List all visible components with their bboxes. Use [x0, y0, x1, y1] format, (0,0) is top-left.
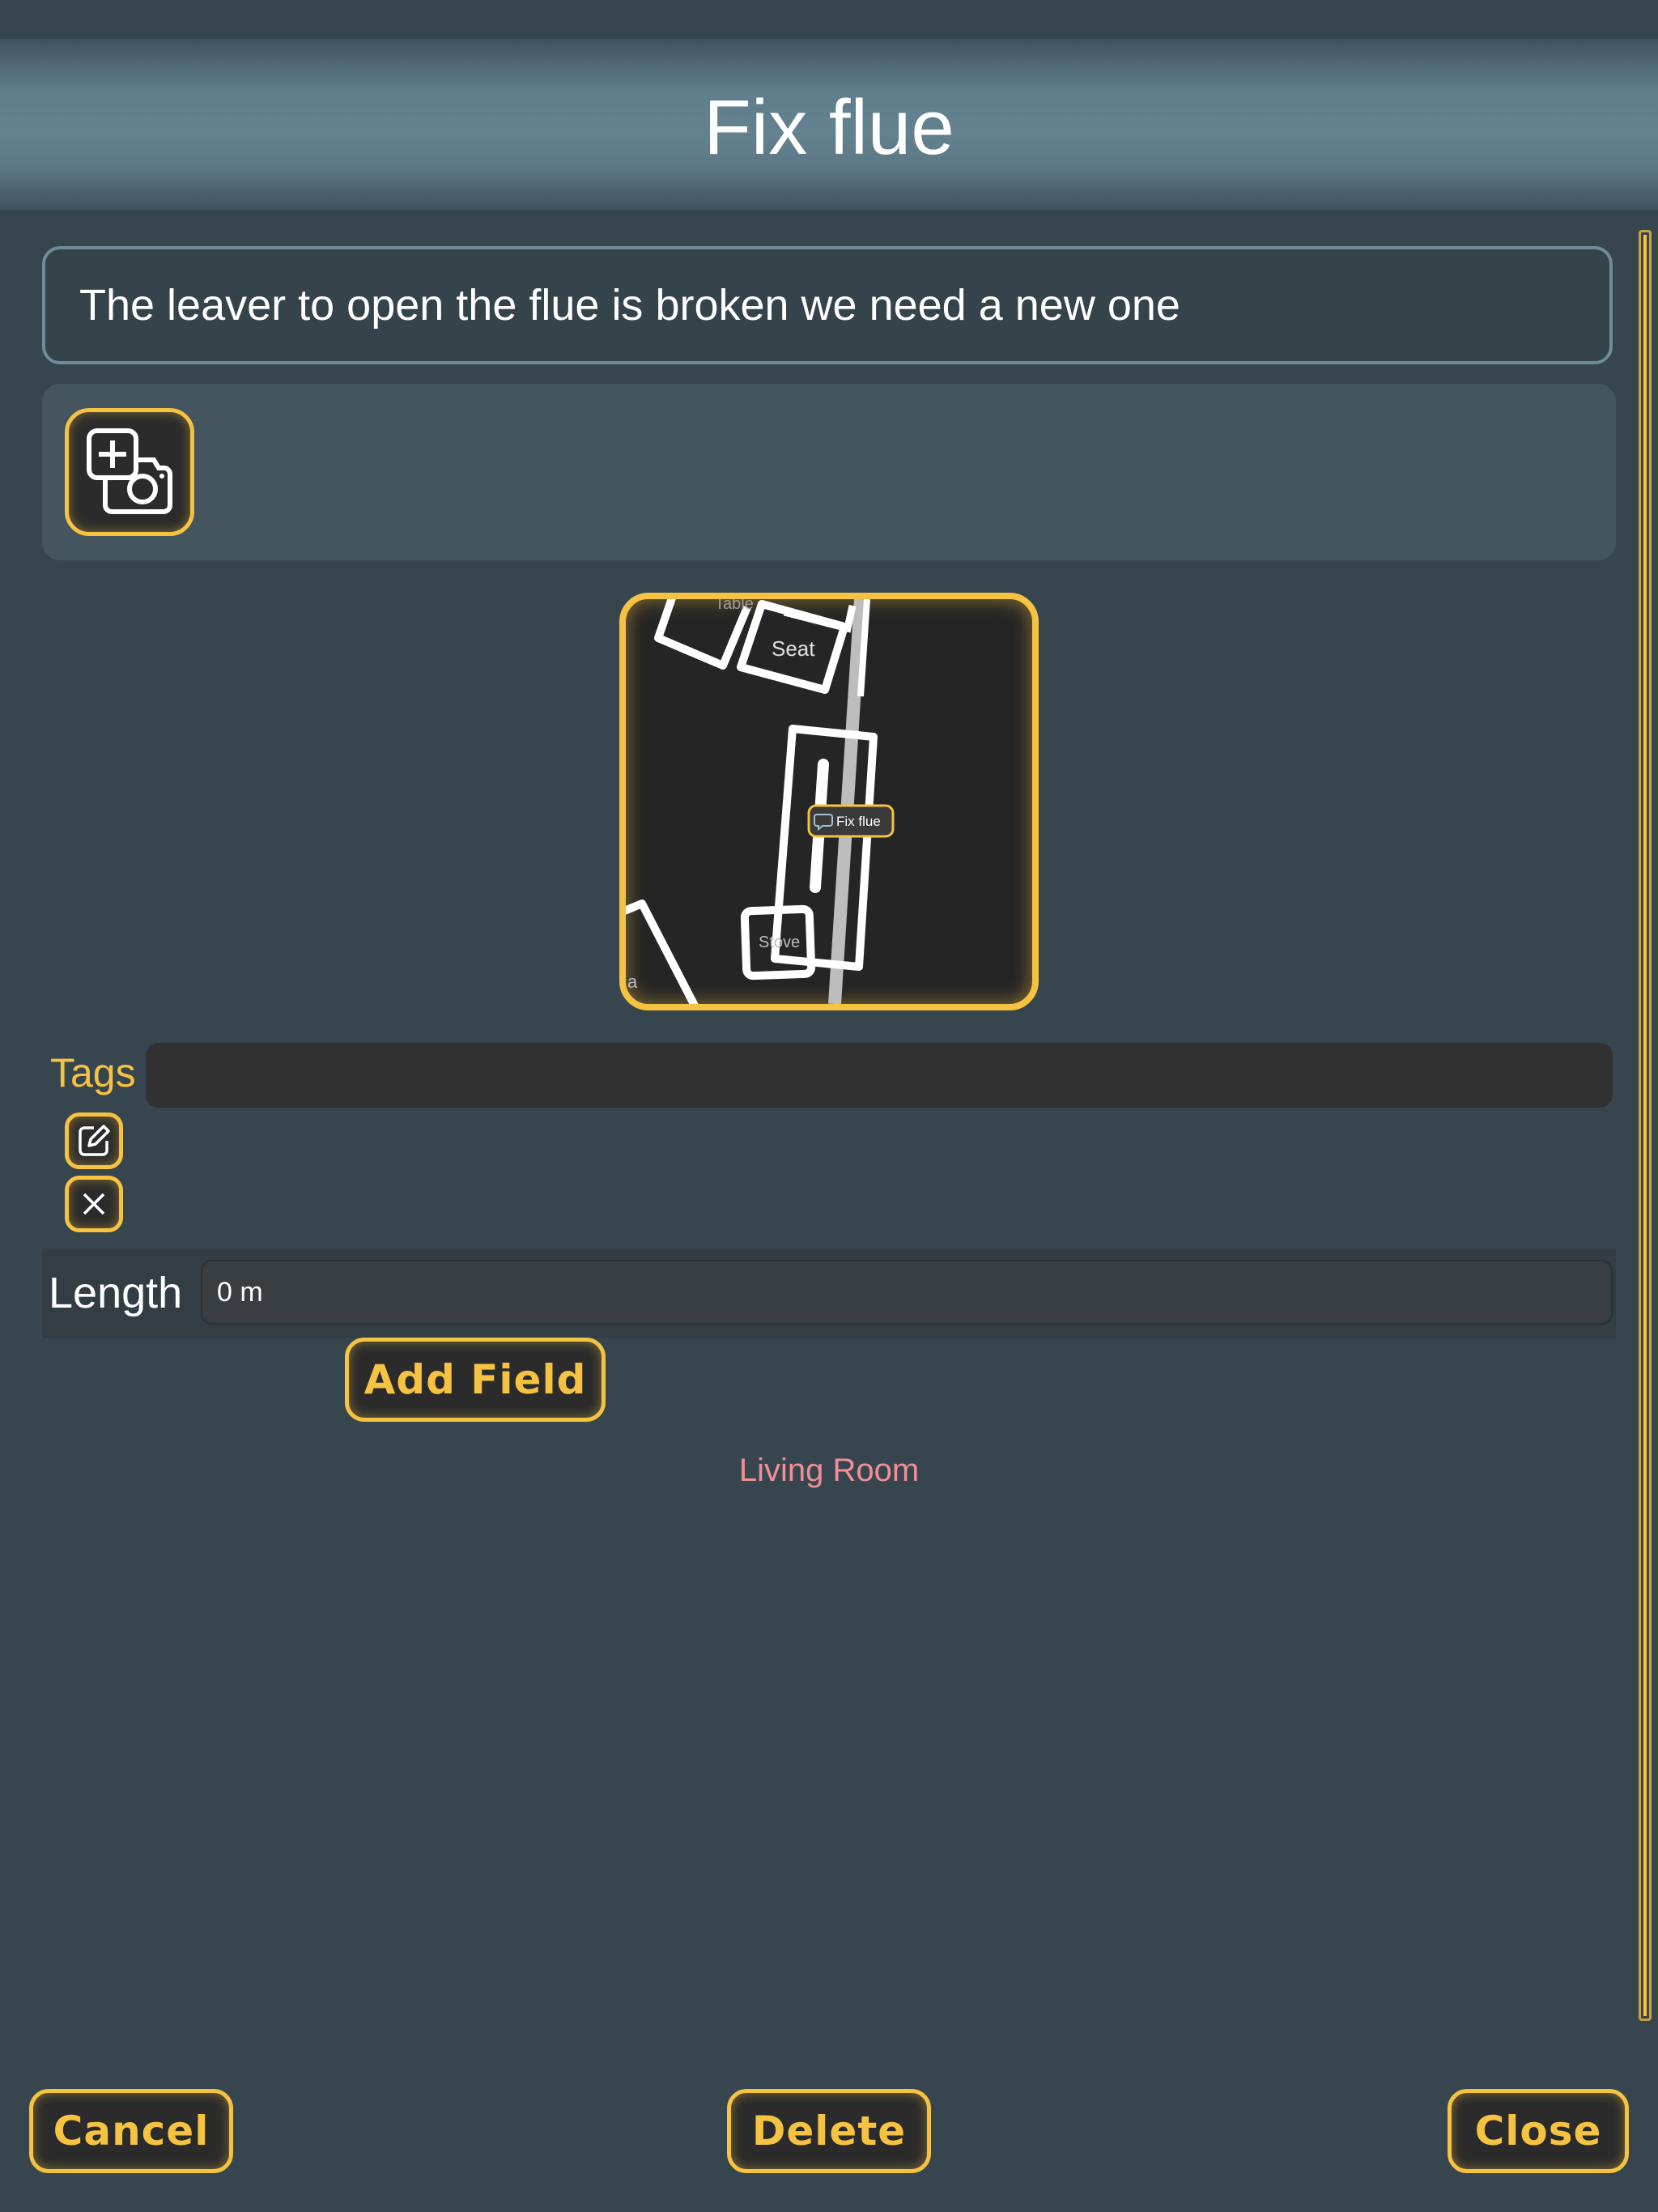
tags-label: Tags — [50, 1050, 136, 1095]
map-label-seat: Seat — [772, 636, 815, 661]
length-field-row: Length — [42, 1249, 1616, 1338]
map-label-edge: a — [627, 972, 638, 992]
pencil-icon — [79, 1125, 110, 1156]
edit-tags-button[interactable] — [65, 1112, 123, 1169]
tags-input[interactable] — [146, 1043, 1613, 1108]
length-input[interactable] — [201, 1260, 1613, 1325]
delete-button[interactable]: Delete — [727, 2089, 931, 2173]
scrollbar-thumb[interactable] — [1643, 235, 1647, 2016]
map-label-stove: Stove — [759, 934, 800, 951]
edit-task-dialog: Fix flue The leaver to open the flue is … — [0, 0, 1658, 2212]
description-text: The leaver to open the flue is broken we… — [79, 281, 1180, 330]
page-title: Fix flue — [704, 84, 954, 171]
close-icon — [83, 1193, 105, 1215]
add-photo-button[interactable] — [65, 408, 194, 536]
floor-plan-map[interactable]: Table Seat Stove a Fix flue — [619, 593, 1039, 1010]
description-field[interactable]: The leaver to open the flue is broken we… — [42, 246, 1613, 364]
add-field-button[interactable]: Add Field — [345, 1338, 606, 1422]
clear-tags-button[interactable] — [65, 1176, 123, 1232]
scrollbar[interactable] — [1639, 230, 1652, 2021]
marker-label: Fix flue — [836, 814, 881, 829]
add-photo-icon — [87, 428, 172, 514]
task-marker[interactable]: Fix flue — [807, 804, 895, 838]
close-button[interactable]: Close — [1448, 2089, 1629, 2173]
room-label: Living Room — [738, 1453, 920, 1488]
floor-plan-svg: Table Seat Stove a Fix flue — [626, 599, 895, 1004]
photo-panel — [42, 384, 1616, 560]
cancel-button[interactable]: Cancel — [29, 2089, 233, 2173]
length-label: Length — [49, 1269, 183, 1317]
map-label-table: Table — [715, 599, 754, 613]
dialog-header: Fix flue — [0, 39, 1658, 211]
